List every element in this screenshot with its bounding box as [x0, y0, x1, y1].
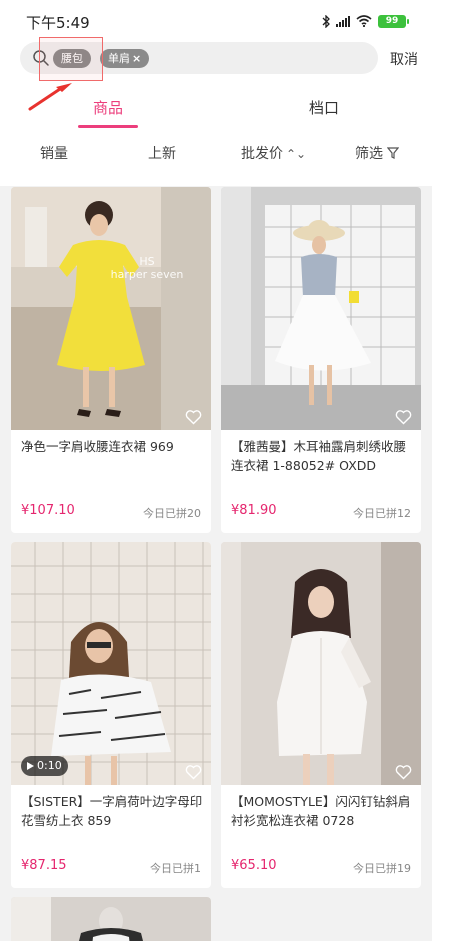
product-price: ¥65.10 — [231, 858, 277, 873]
product-photo-yellow-dress — [11, 187, 211, 430]
product-card[interactable]: 0:10 【SISTER】一字肩荷叶边字母印花雪纺上衣 859 ¥87.15 今… — [11, 542, 211, 888]
product-title[interactable]: 【SISTER】一字肩荷叶边字母印花雪纺上衣 859 — [21, 792, 203, 830]
video-badge[interactable]: 0:10 — [21, 756, 68, 776]
product-image[interactable]: 0:10 — [11, 542, 211, 785]
sort-updown-icon: ⌃⌄ — [286, 147, 307, 161]
status-icons: 99 — [322, 12, 409, 30]
image-watermark-line: harper seven — [110, 268, 184, 281]
chip-label: 单肩 — [108, 52, 130, 65]
image-watermark: HS harper seven — [107, 255, 187, 281]
product-sold-count: 今日已拼1 — [150, 862, 201, 875]
bluetooth-icon — [322, 14, 330, 28]
product-price: ¥107.10 — [21, 503, 75, 518]
tab-stalls[interactable]: 档口 — [309, 97, 339, 118]
product-title[interactable]: 净色一字肩收腰连衣裙 969 — [21, 437, 203, 456]
product-card[interactable]: HS harper seven 净色一字肩收腰连衣裙 969 ¥107.10 今… — [11, 187, 211, 533]
annotation-highlight-box — [39, 37, 103, 81]
product-photo-white-dress — [221, 187, 421, 430]
sort-wholesale-price[interactable]: 批发价 ⌃⌄ — [241, 143, 306, 163]
product-photo-partial — [11, 897, 211, 941]
product-photo-letter-print-top — [11, 542, 211, 785]
product-price: ¥87.15 — [21, 858, 67, 873]
filter-label: 筛选 — [355, 146, 383, 162]
heart-icon[interactable] — [185, 409, 202, 425]
status-bar: 下午5:49 99 — [0, 0, 432, 36]
product-sold-count: 今日已拼12 — [353, 507, 411, 520]
active-tab-indicator — [78, 125, 138, 128]
product-image[interactable] — [221, 187, 421, 430]
right-margin — [432, 0, 470, 941]
product-sold-count: 今日已拼20 — [143, 507, 201, 520]
filter-button[interactable]: 筛选 — [355, 143, 400, 163]
wifi-icon — [356, 15, 372, 27]
annotation-arrow-icon — [28, 83, 72, 111]
signal-icon — [336, 15, 350, 27]
sort-sales[interactable]: 销量 — [40, 143, 68, 163]
search-chip-shoulder[interactable]: 单肩 × — [100, 49, 150, 68]
video-duration: 0:10 — [37, 759, 62, 772]
image-watermark-line: HS — [139, 255, 155, 268]
chip-close-icon[interactable]: × — [132, 52, 141, 65]
status-time: 下午5:49 — [26, 14, 90, 32]
product-price: ¥81.90 — [231, 503, 277, 518]
product-title[interactable]: 【MOMOSTYLE】闪闪钉钻斜肩衬衫宽松连衣裙 0728 — [231, 792, 413, 830]
heart-icon[interactable] — [185, 764, 202, 780]
product-sold-count: 今日已拼19 — [353, 862, 411, 875]
heart-icon[interactable] — [395, 409, 412, 425]
product-photo-shirt-dress — [221, 542, 421, 785]
product-image[interactable] — [221, 542, 421, 785]
tab-products[interactable]: 商品 — [93, 97, 123, 118]
battery-icon: 99 — [378, 14, 409, 28]
product-card[interactable]: 【雅茜曼】木耳袖露肩刺绣收腰连衣裙 1-88052# OXDD ¥81.90 今… — [221, 187, 421, 533]
cancel-button[interactable]: 取消 — [390, 49, 418, 69]
sort-newest[interactable]: 上新 — [148, 143, 176, 163]
product-title[interactable]: 【雅茜曼】木耳袖露肩刺绣收腰连衣裙 1-88052# OXDD — [231, 437, 413, 475]
phone-screen: 下午5:49 99 腰包 单肩 × 取消 商品 档口 销量 上新 批发价 ⌃⌄ 筛选 — [0, 0, 432, 941]
filter-icon — [386, 147, 400, 159]
product-card[interactable]: 【MOMOSTYLE】闪闪钉钻斜肩衬衫宽松连衣裙 0728 ¥65.10 今日已… — [221, 542, 421, 888]
play-icon — [27, 762, 34, 770]
heart-icon[interactable] — [395, 764, 412, 780]
product-image[interactable]: HS harper seven — [11, 187, 211, 430]
sort-label: 批发价 — [241, 146, 283, 162]
product-card-partial[interactable] — [11, 897, 211, 941]
